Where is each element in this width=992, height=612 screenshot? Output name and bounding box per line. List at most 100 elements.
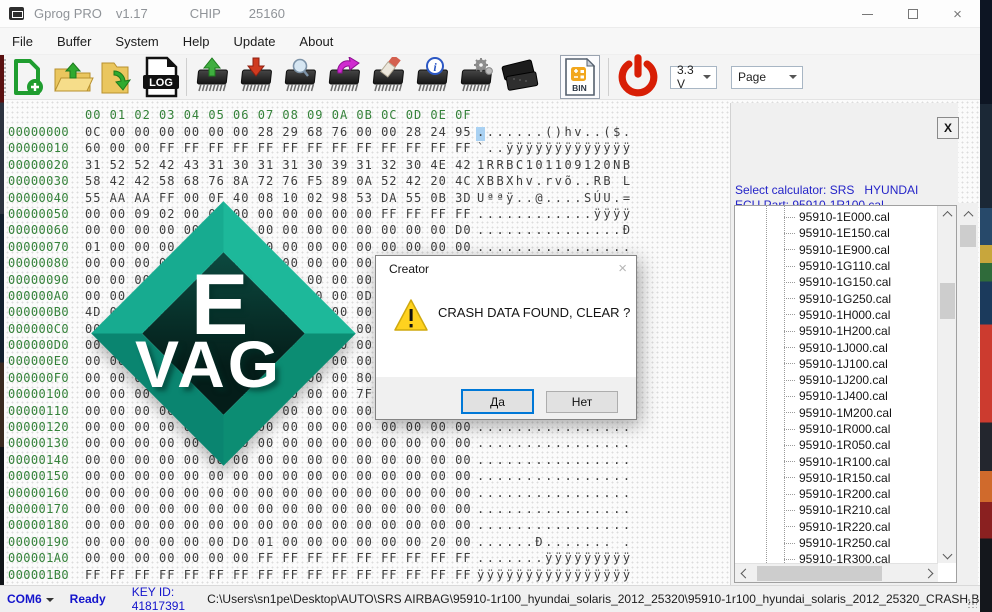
file-tree-item[interactable]: 95910-1M200.cal	[735, 405, 892, 421]
hex-row[interactable]: 00000040 55 AA AA FF 00 0F 40 08 10 02 9…	[8, 190, 633, 206]
file-tree-item[interactable]: 95910-1J400.cal	[735, 388, 892, 404]
file-tree-item[interactable]: 95910-1R150.cal	[735, 470, 892, 486]
vscroll-thumb[interactable]	[960, 225, 976, 247]
hex-ascii[interactable]: ................	[477, 517, 633, 533]
hex-ascii[interactable]: ÿÿÿÿÿÿÿÿÿÿÿÿÿÿÿÿ	[477, 567, 633, 583]
hex-bytes[interactable]: 00 00 00 00 00 00 00 00 00 00 00 00 00 0…	[85, 501, 477, 517]
hex-row[interactable]: 00000070 01 00 00 00 00 00 00 00 00 00 0…	[8, 239, 633, 255]
hex-row[interactable]: 00000150 00 00 00 00 00 00 00 00 00 00 0…	[8, 468, 633, 484]
chip-settings-button[interactable]	[454, 55, 498, 99]
menu-item[interactable]: Help	[171, 29, 222, 54]
hex-bytes[interactable]: 55 AA AA FF 00 0F 40 08 10 02 98 53 DA 5…	[85, 190, 477, 206]
hex-row[interactable]: 00000020 31 52 52 42 43 31 30 31 31 30 3…	[8, 157, 633, 173]
scroll-right-button[interactable]	[918, 564, 938, 583]
file-tree-item[interactable]: 95910-1R200.cal	[735, 486, 892, 502]
hex-bytes[interactable]: 31 52 52 42 43 31 30 31 31 30 39 31 32 3…	[85, 157, 477, 173]
hex-ascii[interactable]: ......Ð....... .	[477, 534, 633, 550]
hex-ascii[interactable]: ................	[477, 239, 633, 255]
hex-ascii[interactable]: ...............Ð	[477, 222, 633, 238]
hex-ascii[interactable]: ................	[477, 419, 633, 435]
hex-ascii[interactable]: ................	[477, 485, 633, 501]
hex-ascii[interactable]: .......ÿÿÿÿÿÿÿÿÿ	[477, 550, 633, 566]
hex-ascii[interactable]: Uªªÿ..@....SÚU.=	[477, 190, 633, 206]
hex-bytes[interactable]: 00 00 00 00 00 00 00 00 00 00 00 00 00 0…	[85, 517, 477, 533]
import-file-button[interactable]	[95, 55, 139, 99]
file-tree-item[interactable]: 95910-1R220.cal	[735, 519, 892, 535]
hex-ascii[interactable]: ................	[477, 468, 633, 484]
chip-stack-button[interactable]	[498, 55, 542, 99]
file-tree-item[interactable]: 95910-1R210.cal	[735, 502, 892, 518]
hex-bytes[interactable]: 00 00 00 00 00 00 00 00 00 00 00 00 00 0…	[85, 452, 477, 468]
write-chip-button[interactable]	[234, 55, 278, 99]
erase-chip-button[interactable]	[366, 55, 410, 99]
hex-bytes[interactable]: 00 00 00 00 00 00 D0 01 00 00 00 00 00 0…	[85, 534, 477, 550]
power-button[interactable]	[612, 54, 664, 99]
file-tree-item[interactable]: 95910-1R250.cal	[735, 535, 892, 551]
hex-bytes[interactable]: 00 00 00 00 00 00 00 00 00 00 00 00 00 0…	[85, 419, 477, 435]
com-port[interactable]: COM6	[7, 592, 42, 606]
hex-ascii[interactable]: XBBXhv.rvõ..RB L	[477, 173, 633, 189]
menu-item[interactable]: About	[287, 29, 345, 54]
file-tree-item[interactable]: 95910-1G110.cal	[735, 258, 892, 274]
panel-vscrollbar[interactable]	[958, 203, 978, 585]
hex-bytes[interactable]: 00 00 00 00 00 00 00 00 00 00 00 00 00 0…	[85, 485, 477, 501]
scroll-up-button[interactable]	[958, 205, 978, 223]
hex-row[interactable]: 00000170 00 00 00 00 00 00 00 00 00 00 0…	[8, 501, 633, 517]
hex-bytes[interactable]: 58 42 42 58 68 76 8A 72 76 F5 89 0A 52 4…	[85, 173, 477, 189]
file-list[interactable]: 95910-1E000.cal 95910-1E150.cal 95910-1E90…	[735, 206, 938, 563]
hex-row[interactable]: 00000060 00 00 00 00 00 00 00 00 00 00 0…	[8, 222, 633, 238]
hex-ascii[interactable]: ............ÿÿÿÿ	[477, 206, 633, 222]
hex-bytes[interactable]: 00 00 00 00 00 00 00 FF FF FF FF FF FF F…	[85, 550, 477, 566]
voltage-select[interactable]: 3.3 V	[670, 63, 717, 91]
bin-file-button[interactable]: BIN	[560, 55, 600, 99]
hex-bytes[interactable]: 60 00 00 FF FF FF FF FF FF FF FF FF FF F…	[85, 140, 477, 156]
file-tree-item[interactable]: 95910-1J100.cal	[735, 356, 892, 372]
file-tree-item[interactable]: 95910-1R300.cal	[735, 551, 892, 563]
hex-row[interactable]: 000001A0 00 00 00 00 00 00 00 FF FF FF F…	[8, 550, 633, 566]
hex-bytes[interactable]: FF FF FF FF FF FF FF FF FF FF FF FF FF F…	[85, 567, 477, 583]
file-tree-item[interactable]: 95910-1E000.cal	[735, 209, 892, 225]
chevron-down-icon[interactable]	[45, 597, 54, 606]
scroll-up-button[interactable]	[938, 206, 957, 223]
file-list-vscrollbar[interactable]	[937, 206, 956, 563]
hex-row[interactable]: 00000130 00 00 00 00 00 00 00 00 00 00 0…	[8, 435, 633, 451]
vscroll-thumb[interactable]	[940, 283, 955, 319]
resize-grip[interactable]	[967, 598, 977, 608]
file-tree-item[interactable]: 95910-1R050.cal	[735, 437, 892, 453]
file-tree-item[interactable]: 95910-1J200.cal	[735, 372, 892, 388]
hex-row[interactable]: 00000000 0C 00 00 00 00 00 00 28 29 68 7…	[8, 124, 633, 140]
file-tree-item[interactable]: 95910-1R000.cal	[735, 421, 892, 437]
maximize-button[interactable]	[890, 0, 935, 28]
menu-item[interactable]: Update	[222, 29, 288, 54]
close-button[interactable]: ×	[935, 0, 980, 28]
copy-chip-button[interactable]	[322, 55, 366, 99]
file-list-hscrollbar[interactable]	[735, 563, 938, 582]
file-tree-item[interactable]: 95910-1H200.cal	[735, 323, 892, 339]
hex-bytes[interactable]: 00 00 00 00 00 00 00 00 00 00 00 00 00 0…	[85, 435, 477, 451]
hex-bytes[interactable]: 01 00 00 00 00 00 00 00 00 00 00 00 00 0…	[85, 239, 477, 255]
no-button[interactable]: Нет	[546, 391, 618, 413]
hex-ascii[interactable]: ................	[477, 501, 633, 517]
hex-row[interactable]: 00000120 00 00 00 00 00 00 00 00 00 00 0…	[8, 419, 633, 435]
file-tree-item[interactable]: 95910-1G150.cal	[735, 274, 892, 290]
hex-row[interactable]: 00000180 00 00 00 00 00 00 00 00 00 00 0…	[8, 517, 633, 533]
hex-bytes[interactable]: 00 00 00 00 00 00 00 00 00 00 00 00 00 0…	[85, 222, 477, 238]
menu-item[interactable]: System	[103, 29, 170, 54]
menu-item[interactable]: File	[0, 29, 45, 54]
minimize-button[interactable]	[845, 0, 890, 28]
dialog-close-button[interactable]: ×	[618, 260, 627, 277]
open-file-button[interactable]	[51, 55, 95, 99]
hex-bytes[interactable]: 00 00 09 02 00 00 00 00 00 00 00 00 FF F…	[85, 206, 477, 222]
panel-close-button[interactable]: X	[937, 117, 959, 139]
page-mode-select[interactable]: Page	[731, 65, 803, 89]
scroll-down-button[interactable]	[938, 546, 957, 563]
hex-row[interactable]: 00000140 00 00 00 00 00 00 00 00 00 00 0…	[8, 452, 633, 468]
file-tree-item[interactable]: 95910-1E900.cal	[735, 242, 892, 258]
hex-ascii[interactable]: 1RRBC101109120NB	[477, 157, 633, 173]
hex-row[interactable]: 00000050 00 00 09 02 00 00 00 00 00 00 0…	[8, 206, 633, 222]
hex-row[interactable]: 00000160 00 00 00 00 00 00 00 00 00 00 0…	[8, 485, 633, 501]
verify-chip-button[interactable]	[278, 55, 322, 99]
file-tree-item[interactable]: 95910-1R100.cal	[735, 453, 892, 469]
hex-bytes[interactable]: 0C 00 00 00 00 00 00 28 29 68 76 00 00 2…	[85, 124, 477, 140]
hex-bytes[interactable]: 00 00 00 00 00 00 00 00 00 00 00 00 00 0…	[85, 468, 477, 484]
